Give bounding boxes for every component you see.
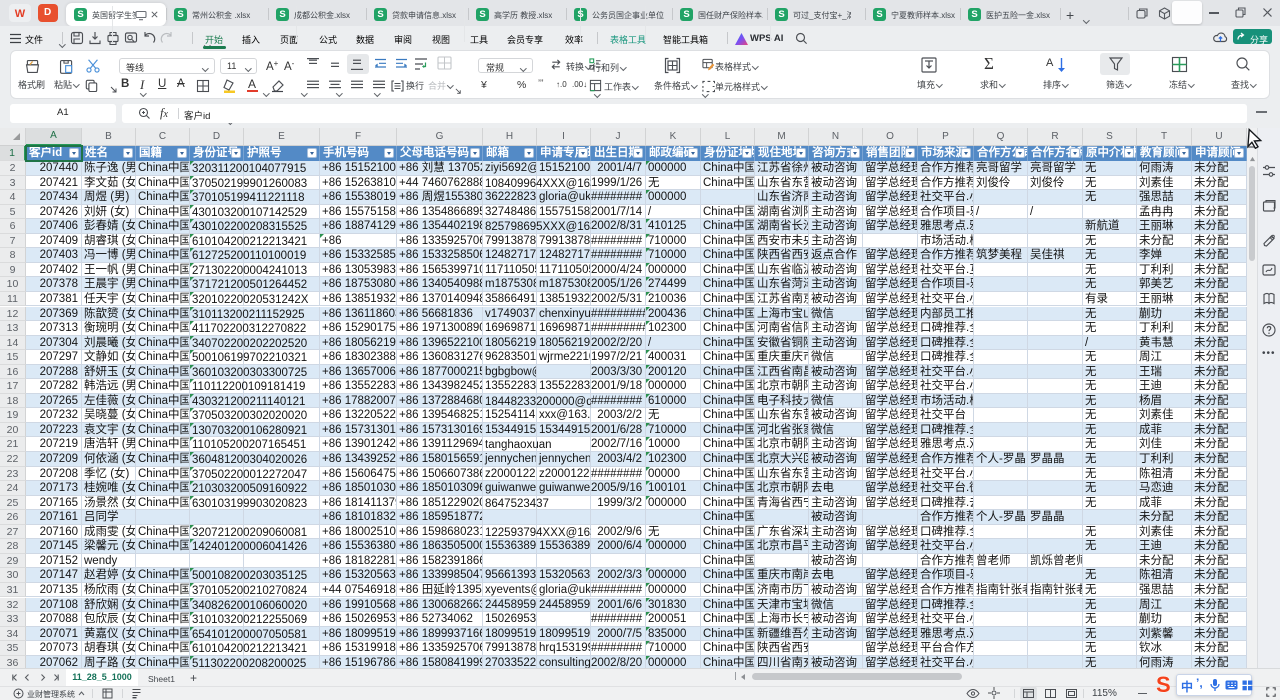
svg-text:S: S <box>1156 672 1171 697</box>
